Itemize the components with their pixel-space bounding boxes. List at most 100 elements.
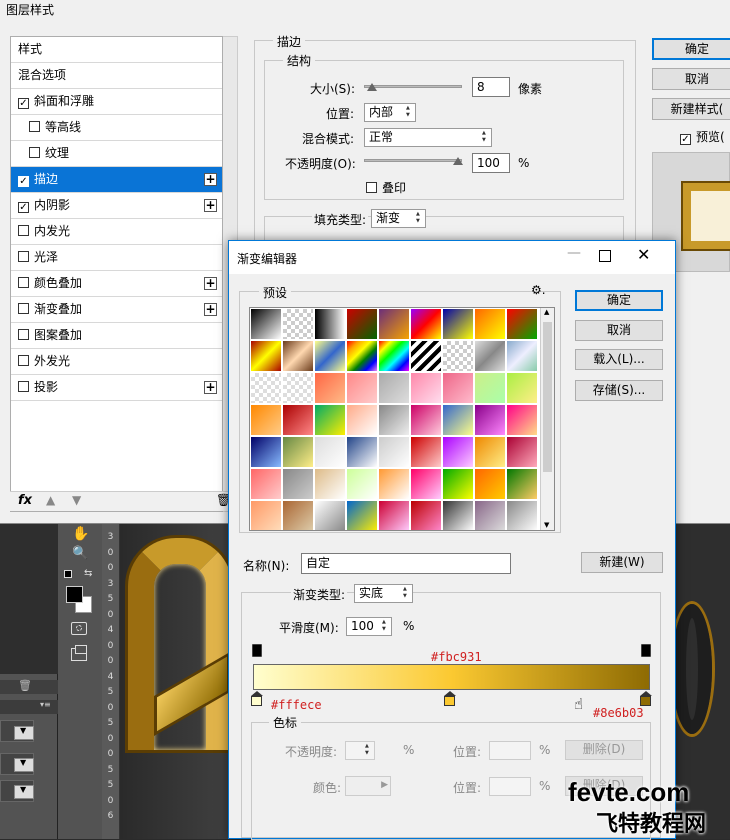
color-stop-right[interactable] xyxy=(640,691,652,707)
gradient-preset-swatch[interactable] xyxy=(475,341,506,372)
minimize-icon[interactable]: — xyxy=(551,245,597,270)
gradient-preset-swatch[interactable] xyxy=(379,341,410,372)
trash-icon[interactable]: 🗑 xyxy=(18,679,32,692)
move-up-icon[interactable]: ▲ xyxy=(46,493,55,507)
gradient-preset-swatch[interactable] xyxy=(507,309,538,340)
gradient-preset-swatch[interactable] xyxy=(507,501,538,530)
size-slider[interactable] xyxy=(364,83,462,91)
gradient-preset-swatch[interactable] xyxy=(315,341,346,372)
gradient-preset-swatch[interactable] xyxy=(251,373,282,404)
position-select[interactable]: 内部 xyxy=(364,103,416,122)
gradient-preset-swatch[interactable] xyxy=(379,309,410,340)
style-checkbox[interactable]: ✓ xyxy=(18,176,29,187)
gradient-preset-swatch[interactable] xyxy=(347,309,378,340)
opacity-stop-left[interactable] xyxy=(252,644,262,657)
gradient-preset-swatch[interactable] xyxy=(251,309,282,340)
foreground-color[interactable] xyxy=(66,586,83,603)
gradient-preset-swatch[interactable] xyxy=(411,309,442,340)
gradient-preset-swatch[interactable] xyxy=(283,405,314,436)
gradient-preset-swatch[interactable] xyxy=(251,501,282,530)
default-colors-icon[interactable] xyxy=(64,570,72,578)
style-item[interactable]: 颜色叠加 + xyxy=(11,271,222,297)
gradient-preset-swatch[interactable] xyxy=(443,341,474,372)
gradient-bar[interactable] xyxy=(253,664,650,690)
opacity-slider[interactable] xyxy=(364,157,463,165)
dropdown-arrow[interactable]: ▼ xyxy=(14,726,34,740)
chevron-down-icon[interactable]: ▾≡ xyxy=(40,700,51,709)
swap-colors-icon[interactable]: ⇆ xyxy=(84,568,92,579)
style-checkbox[interactable] xyxy=(18,381,29,392)
gradient-preset-swatch[interactable] xyxy=(411,501,442,530)
gradient-preset-swatch[interactable] xyxy=(475,469,506,500)
gradient-preset-swatch[interactable] xyxy=(251,469,282,500)
add-style-icon[interactable]: + xyxy=(204,381,217,394)
style-item[interactable]: 样式 xyxy=(11,37,222,63)
gradient-preset-swatch[interactable] xyxy=(283,437,314,468)
style-item[interactable]: 内发光 xyxy=(11,219,222,245)
gradient-preset-swatch[interactable] xyxy=(379,373,410,404)
color-stop-left[interactable] xyxy=(251,691,263,707)
style-checkbox[interactable] xyxy=(18,329,29,340)
size-input[interactable]: 8 xyxy=(472,77,510,97)
gradient-preset-swatch[interactable] xyxy=(443,405,474,436)
gradient-preset-swatch[interactable] xyxy=(251,341,282,372)
presets-gear-icon[interactable]: ⚙. xyxy=(531,283,546,297)
gradient-preset-swatch[interactable] xyxy=(347,469,378,500)
gradient-preset-swatch[interactable] xyxy=(411,373,442,404)
style-item[interactable]: 等高线 xyxy=(11,115,222,141)
fill-type-select[interactable]: 渐变 xyxy=(371,209,426,228)
gradient-preset-swatch[interactable] xyxy=(475,501,506,530)
close-icon[interactable]: ✕ xyxy=(637,245,650,264)
gradient-preset-swatch[interactable] xyxy=(347,341,378,372)
gradient-preset-swatch[interactable] xyxy=(411,341,442,372)
style-checkbox[interactable] xyxy=(29,121,40,132)
gradient-preset-swatch[interactable] xyxy=(283,469,314,500)
style-item[interactable]: 投影 + xyxy=(11,375,222,401)
preview-box[interactable]: ✓ xyxy=(680,134,691,145)
gradient-preset-swatch[interactable] xyxy=(379,469,410,500)
gradient-preset-swatch[interactable] xyxy=(411,437,442,468)
add-style-icon[interactable]: + xyxy=(204,277,217,290)
ge-ok-button[interactable]: 确定 xyxy=(575,290,663,311)
style-item[interactable]: 光泽 xyxy=(11,245,222,271)
gradient-preset-swatch[interactable] xyxy=(379,437,410,468)
zoom-icon[interactable]: 🔍 xyxy=(72,546,88,561)
color-stop-mid[interactable] xyxy=(444,691,456,707)
gradient-preset-swatch[interactable] xyxy=(315,373,346,404)
style-item[interactable]: ✓ 斜面和浮雕 xyxy=(11,89,222,115)
gradient-preset-swatch[interactable] xyxy=(443,469,474,500)
gradient-preset-swatch[interactable] xyxy=(443,437,474,468)
quickmask-icon[interactable] xyxy=(71,622,87,635)
gradient-preset-swatch[interactable] xyxy=(283,341,314,372)
style-item[interactable]: 图案叠加 xyxy=(11,323,222,349)
presets-scrollbar[interactable]: ▲ ▼ xyxy=(540,308,554,530)
gradient-preset-swatch[interactable] xyxy=(475,405,506,436)
gradient-preset-swatch[interactable] xyxy=(347,501,378,530)
move-down-icon[interactable]: ▼ xyxy=(72,493,81,507)
add-style-icon[interactable]: + xyxy=(204,303,217,316)
style-item[interactable]: 纹理 xyxy=(11,141,222,167)
gradient-preset-swatch[interactable] xyxy=(315,405,346,436)
cancel-button[interactable]: 取消 xyxy=(652,68,730,90)
style-item[interactable]: 渐变叠加 + xyxy=(11,297,222,323)
gradient-preset-swatch[interactable] xyxy=(283,501,314,530)
gradient-preset-swatch[interactable] xyxy=(507,373,538,404)
style-checkbox[interactable] xyxy=(18,355,29,366)
ok-button[interactable]: 确定 xyxy=(652,38,730,60)
gradient-preset-swatch[interactable] xyxy=(475,309,506,340)
gradient-preset-swatch[interactable] xyxy=(347,373,378,404)
type-select[interactable]: 实底 xyxy=(354,584,413,603)
preview-checkbox[interactable]: ✓ 预览( xyxy=(680,128,725,145)
ge-new-button[interactable]: 新建(W) xyxy=(581,552,663,573)
new-style-button[interactable]: 新建样式( xyxy=(652,98,730,120)
hand-icon[interactable]: ✋ xyxy=(72,526,89,542)
gradient-preset-swatch[interactable] xyxy=(411,469,442,500)
add-style-icon[interactable]: + xyxy=(204,199,217,212)
gradient-preset-swatch[interactable] xyxy=(251,405,282,436)
gradient-preset-swatch[interactable] xyxy=(475,373,506,404)
ge-cancel-button[interactable]: 取消 xyxy=(575,320,663,341)
gradient-preset-swatch[interactable] xyxy=(379,405,410,436)
style-item[interactable]: ✓ 内阴影 + xyxy=(11,193,222,219)
name-input[interactable]: 自定 xyxy=(301,553,511,574)
style-item[interactable]: ✓ 描边 + xyxy=(11,167,222,193)
